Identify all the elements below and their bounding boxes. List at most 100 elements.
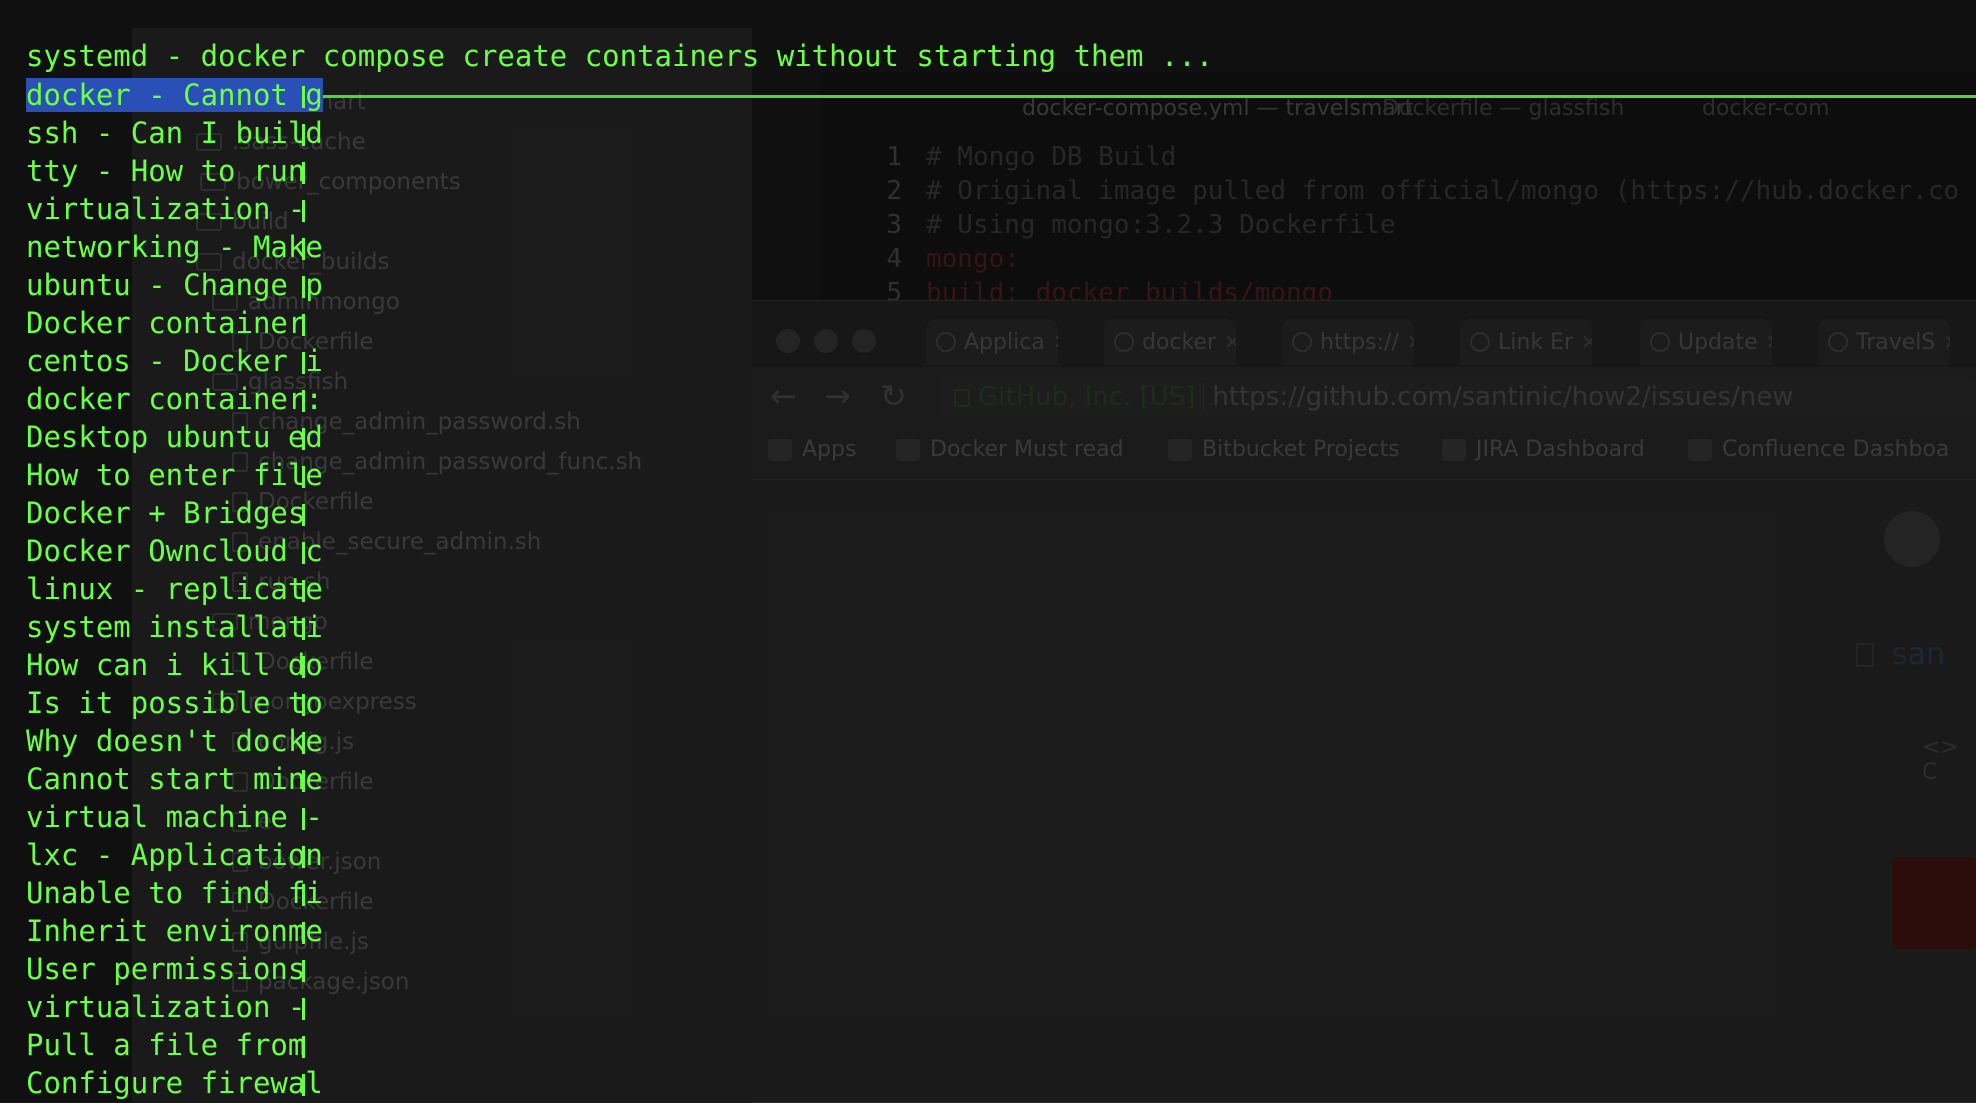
- code-editor: docker-compose.yml — travelsmart Dockerf…: [822, 72, 1976, 302]
- list-item-label: virtual machine -: [26, 800, 323, 834]
- column-divider: [302, 542, 305, 564]
- list-item-label: How to enter file: [26, 458, 323, 492]
- list-item[interactable]: Desktop ubuntu ed: [26, 418, 323, 456]
- browser-tab[interactable]: Link Er ✕: [1460, 319, 1592, 365]
- list-item[interactable]: lxc - Application: [26, 836, 323, 874]
- close-tab-icon[interactable]: ✕: [1943, 330, 1950, 354]
- editor-tab[interactable]: Dockerfile — glassfish: [1382, 96, 1624, 121]
- back-arrow-icon[interactable]: ←: [770, 377, 797, 415]
- column-divider: [302, 998, 305, 1020]
- list-item[interactable]: User permissions: [26, 950, 323, 988]
- close-window-button[interactable]: [776, 329, 800, 353]
- list-item-label: virtualization -: [26, 990, 306, 1024]
- list-item-label: centos - Docker i: [26, 344, 323, 378]
- list-item-label: Configure firewal: [26, 1066, 323, 1100]
- list-item[interactable]: Is it possible to: [26, 684, 323, 722]
- list-item-label: ssh - Can I build: [26, 116, 323, 150]
- security-indicator[interactable]: GitHub, Inc. [US]: [942, 382, 1205, 412]
- browser-tab-label: Applica: [964, 329, 1045, 355]
- browser-tab-label: Link Er: [1498, 329, 1573, 355]
- repo-icon: [1856, 643, 1874, 667]
- browser-tab[interactable]: docker ✕: [1104, 319, 1236, 365]
- list-item[interactable]: docker container:: [26, 380, 323, 418]
- address-bar[interactable]: GitHub, Inc. [US] https://github.com/san…: [942, 377, 1976, 417]
- list-item[interactable]: tty - How to run: [26, 152, 323, 190]
- code-line: # Using mongo:3.2.3 Dockerfile: [926, 210, 1396, 240]
- apps-grid-icon: [768, 438, 792, 461]
- bookmark-jira[interactable]: JIRA Dashboard: [1442, 437, 1645, 462]
- browser-tab[interactable]: Applica ✕: [926, 319, 1058, 365]
- list-item-label: ubuntu - Change p: [26, 268, 323, 302]
- bitbucket-icon: [1168, 438, 1192, 461]
- list-item[interactable]: Docker container: [26, 304, 323, 342]
- list-item[interactable]: networking - Make: [26, 228, 323, 266]
- bookmark-apps[interactable]: Apps: [768, 437, 856, 462]
- bookmark-docker[interactable]: Docker Must read: [896, 437, 1124, 462]
- bookmark-confluence[interactable]: Confluence Dashboa: [1688, 437, 1949, 462]
- browser-tab-label: TravelS: [1856, 329, 1936, 355]
- list-item[interactable]: Docker Owncloud c: [26, 532, 323, 570]
- browser-tab[interactable]: https:// ✕: [1282, 319, 1414, 365]
- loading-icon: [1650, 332, 1670, 352]
- column-divider: [302, 352, 305, 374]
- list-item-label: Cannot start mine: [26, 762, 323, 796]
- browser-tab[interactable]: TravelS ✕: [1818, 319, 1950, 365]
- column-divider: [302, 466, 305, 488]
- list-item[interactable]: How to enter file: [26, 456, 323, 494]
- list-item[interactable]: Inherit environme: [26, 912, 323, 950]
- column-divider: [302, 808, 305, 830]
- list-item[interactable]: centos - Docker i: [26, 342, 323, 380]
- close-tab-icon[interactable]: ✕: [1766, 330, 1772, 354]
- repo-name[interactable]: san: [1892, 637, 1945, 672]
- bookmark-bitbucket[interactable]: Bitbucket Projects: [1168, 437, 1400, 462]
- column-divider: [302, 200, 305, 222]
- browser-tab-label: https://: [1320, 329, 1399, 355]
- close-tab-icon[interactable]: ✕: [1407, 330, 1414, 354]
- list-item[interactable]: linux - replicate: [26, 570, 323, 608]
- column-divider: [302, 390, 305, 412]
- list-item[interactable]: ssh - Can I build: [26, 114, 323, 152]
- column-divider: [302, 922, 305, 944]
- column-divider: [302, 656, 305, 678]
- list-item[interactable]: How can i kill do: [26, 646, 323, 684]
- list-item[interactable]: Docker + Bridges: [26, 494, 323, 532]
- list-item[interactable]: virtualization -: [26, 190, 323, 228]
- folder-icon: [896, 438, 920, 461]
- bookmark-label: Docker Must read: [930, 437, 1124, 462]
- minimize-window-button[interactable]: [814, 329, 838, 353]
- list-item[interactable]: ubuntu - Change p: [26, 266, 323, 304]
- list-item[interactable]: Cannot start mine: [26, 760, 323, 798]
- list-item[interactable]: Configure firewal: [26, 1064, 323, 1102]
- list-item[interactable]: system installati: [26, 608, 323, 646]
- editor-tab[interactable]: docker-compose.yml — travelsmart: [1022, 96, 1413, 121]
- list-item[interactable]: Why doesn't docke: [26, 722, 323, 760]
- list-item-selected[interactable]: docker - Cannot g: [26, 76, 323, 114]
- page-content: [752, 480, 1976, 1103]
- list-item-label: virtualization -: [26, 192, 306, 226]
- list-item[interactable]: Unable to find fi: [26, 874, 323, 912]
- list-item-label: Docker container: [26, 306, 306, 340]
- column-divider: [302, 124, 305, 146]
- list-item[interactable]: Pull a file from: [26, 1026, 323, 1064]
- code-area[interactable]: # Mongo DB Build # Original image pulled…: [926, 142, 1959, 302]
- zoom-window-button[interactable]: [852, 329, 876, 353]
- column-divider: [302, 694, 305, 716]
- editor-tab[interactable]: docker-com: [1702, 96, 1830, 121]
- column-divider: [302, 1036, 305, 1058]
- column-divider: [302, 884, 305, 906]
- result-list: docker - Cannot g ssh - Can I build tty - …: [26, 76, 323, 1102]
- github-logo-icon[interactable]: [1884, 511, 1940, 567]
- code-tab[interactable]: <> C: [1922, 735, 1976, 785]
- confluence-icon: [1688, 438, 1712, 461]
- list-item[interactable]: virtualization -: [26, 988, 323, 1026]
- close-tab-icon[interactable]: ✕: [1581, 330, 1592, 354]
- avatar: [1892, 857, 1976, 949]
- list-item-label: linux - replicate: [26, 572, 323, 606]
- forward-arrow-icon[interactable]: →: [824, 377, 851, 415]
- reload-icon[interactable]: ↻: [880, 377, 907, 415]
- browser-tab[interactable]: Update ✕: [1640, 319, 1772, 365]
- list-item[interactable]: virtual machine -: [26, 798, 323, 836]
- close-tab-icon[interactable]: ✕: [1224, 330, 1236, 354]
- url-path: /santinic/how2/issues/new: [1452, 382, 1794, 412]
- close-tab-icon[interactable]: ✕: [1053, 330, 1058, 354]
